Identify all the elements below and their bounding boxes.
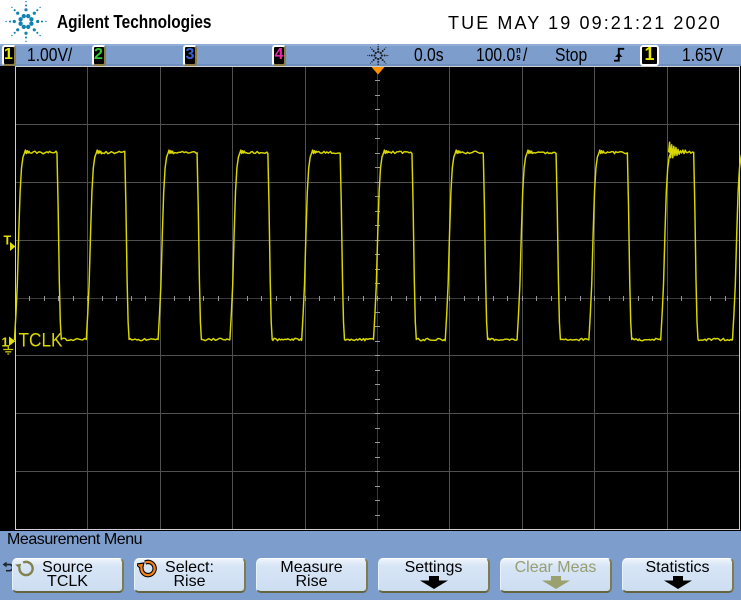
svg-text:TCLK: TCLK bbox=[19, 331, 63, 352]
svg-text:1: 1 bbox=[2, 335, 9, 349]
